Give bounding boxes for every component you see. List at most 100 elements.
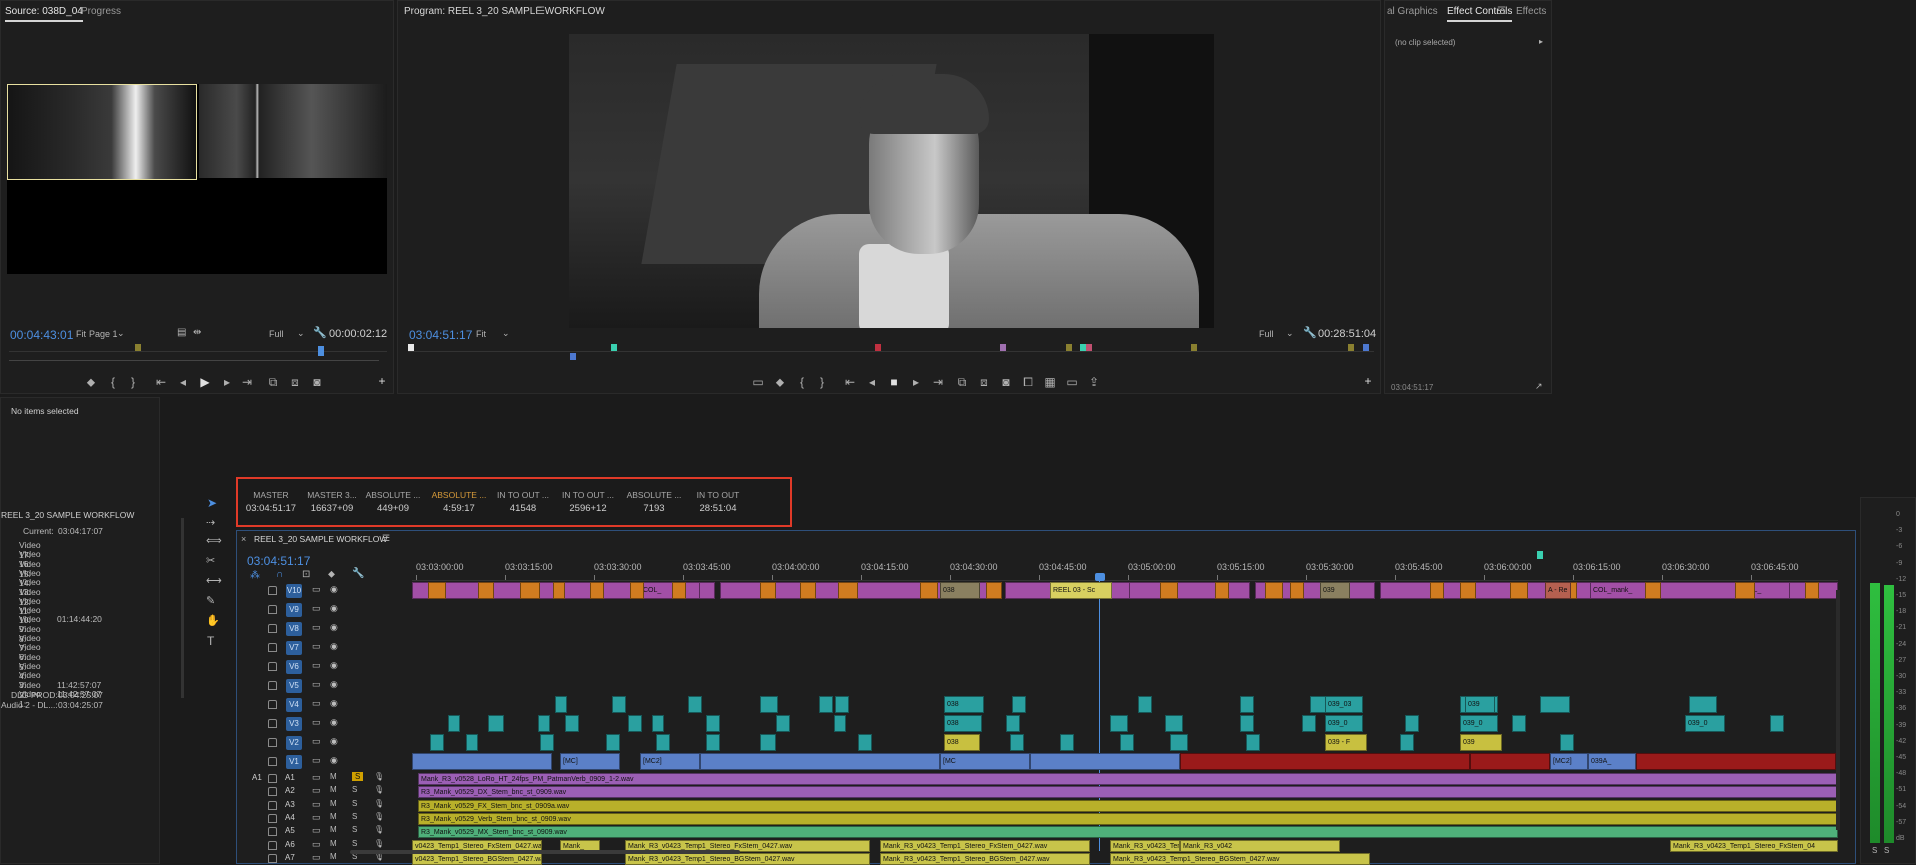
lock-icon[interactable]	[268, 827, 277, 837]
track-target[interactable]: V8	[286, 622, 302, 636]
timecode-readout[interactable]: IN TO OUT ... 2596+12	[557, 490, 619, 514]
sync-lock-icon[interactable]: ▭	[312, 622, 321, 633]
settings-icon[interactable]: ▤	[177, 327, 186, 338]
tab-effects[interactable]: Effects	[1516, 6, 1546, 17]
marker[interactable]	[1537, 551, 1543, 559]
audio-clip[interactable]: Mank_R3_v0423_Temp1_Stereo_FxStem_04	[1670, 839, 1838, 852]
solo-button[interactable]: S	[352, 785, 357, 794]
mute-button[interactable]: M	[330, 825, 337, 834]
video-clip[interactable]: 039	[1320, 581, 1350, 599]
audio-track-header[interactable]: A2 ▭ M S 🎙	[268, 785, 408, 798]
marker[interactable]	[875, 344, 881, 351]
timecode-readout[interactable]: MASTER 03:04:51:17	[240, 490, 302, 514]
video-clip[interactable]	[520, 581, 540, 599]
marker[interactable]	[1348, 344, 1354, 351]
eye-icon[interactable]: ◉	[330, 641, 338, 652]
mute-button[interactable]: M	[330, 839, 337, 848]
video-clip[interactable]: REEL 03 - Sc	[1050, 581, 1112, 599]
lift-icon[interactable]: ⧉	[954, 376, 970, 388]
timeline-close-icon[interactable]: ×	[241, 534, 246, 544]
video-clip[interactable]	[606, 734, 620, 751]
audio-clip[interactable]: R3_Mank_v0529_FX_Stem_bnc_st_0909a.wav	[418, 799, 1838, 812]
lock-icon[interactable]	[268, 800, 277, 810]
sync-lock-icon[interactable]: ▭	[312, 584, 321, 595]
marker[interactable]	[1363, 344, 1369, 351]
source-patch[interactable]: A1	[252, 773, 262, 782]
mark-out-icon[interactable]: }	[814, 376, 830, 388]
page-dropdown[interactable]: Page 1	[89, 329, 118, 339]
video-clip[interactable]: 039	[1460, 734, 1502, 751]
panel-menu-icon[interactable]: ☰	[536, 6, 545, 17]
lock-icon[interactable]	[268, 605, 277, 614]
lock-icon[interactable]	[268, 681, 277, 690]
tab-progress[interactable]: Progress	[81, 6, 121, 17]
video-clip[interactable]	[1170, 734, 1188, 751]
mark-out-icon[interactable]: }	[125, 376, 141, 388]
microphone-icon[interactable]: 🎙	[374, 812, 384, 821]
video-clip[interactable]	[706, 734, 720, 751]
microphone-icon[interactable]: 🎙	[374, 825, 384, 834]
video-clip[interactable]	[838, 581, 858, 599]
video-clip[interactable]	[1160, 581, 1178, 599]
video-clip[interactable]: 039A_	[1588, 753, 1636, 770]
video-clip[interactable]: 039_0	[1685, 715, 1725, 732]
video-clip[interactable]	[760, 581, 776, 599]
toggle-proxy-icon[interactable]: ▭	[1064, 376, 1080, 388]
eye-icon[interactable]: ◉	[330, 679, 338, 690]
track-target[interactable]: V4	[286, 698, 302, 712]
video-track-header[interactable]: V1 ▭ ◉	[268, 753, 408, 772]
program-video-frame[interactable]	[569, 34, 1214, 328]
step-forward-icon[interactable]: ▸	[908, 376, 924, 388]
add-marker-icon[interactable]: ⬥	[772, 376, 788, 388]
program-playhead-timecode[interactable]: 03:04:51:17	[409, 328, 472, 342]
video-clip[interactable]	[1246, 734, 1260, 751]
pen-tool-icon[interactable]: ✎	[206, 594, 215, 607]
video-clip[interactable]: [MC2]	[1550, 753, 1588, 770]
video-clip[interactable]	[538, 715, 550, 732]
panel-menu-icon[interactable]: ☰	[1497, 6, 1506, 17]
video-clip[interactable]	[1510, 581, 1528, 599]
eye-icon[interactable]: ◉	[330, 736, 338, 747]
video-clip[interactable]	[1636, 753, 1836, 770]
nest-icon[interactable]: ⊡	[302, 569, 310, 580]
video-clip[interactable]	[628, 715, 642, 732]
tab-graphics[interactable]: al Graphics	[1387, 6, 1438, 17]
video-clip[interactable]	[553, 581, 565, 599]
fit-dropdown[interactable]: Fit	[76, 329, 86, 339]
video-clip[interactable]: 038	[944, 734, 980, 751]
audio-clip[interactable]: R3_Mank_v0529_Verb_Stem_bnc_st_0909.wav	[418, 812, 1838, 825]
overwrite-icon[interactable]: ⧈	[287, 376, 303, 388]
video-clip[interactable]	[760, 696, 778, 713]
video-track-header[interactable]: V7 ▭ ◉	[268, 639, 408, 658]
eye-icon[interactable]: ◉	[330, 660, 338, 671]
video-clip[interactable]	[920, 581, 938, 599]
mute-button[interactable]: M	[330, 785, 337, 794]
video-clip[interactable]: A - Re	[1545, 581, 1571, 599]
video-clip[interactable]	[590, 581, 604, 599]
sync-lock-icon[interactable]: ▭	[312, 825, 321, 836]
lock-icon[interactable]	[268, 787, 277, 797]
track-target[interactable]: V6	[286, 660, 302, 674]
video-clip[interactable]: 038	[940, 581, 980, 599]
type-tool-icon[interactable]: T	[207, 634, 214, 648]
timeline-playhead-timecode[interactable]: 03:04:51:17	[247, 554, 310, 568]
go-to-in-icon[interactable]: ⇤	[842, 376, 858, 388]
video-clip[interactable]	[656, 734, 670, 751]
track-target[interactable]: V5	[286, 679, 302, 693]
video-clip[interactable]	[630, 581, 644, 599]
marker[interactable]	[1086, 344, 1092, 351]
video-clip[interactable]	[1265, 581, 1283, 599]
video-clip[interactable]	[612, 696, 626, 713]
track-target[interactable]: V10	[286, 584, 302, 598]
audio-track-header[interactable]: A1 A1 ▭ M S 🎙	[252, 772, 408, 785]
video-clip[interactable]	[1060, 734, 1074, 751]
solo-button[interactable]: S	[352, 812, 357, 821]
video-clip[interactable]	[706, 715, 720, 732]
lock-icon[interactable]	[268, 853, 277, 863]
lock-icon[interactable]	[268, 662, 277, 671]
video-clip[interactable]	[1012, 696, 1026, 713]
camera-icon[interactable]: ◙	[998, 376, 1014, 388]
quality-dropdown[interactable]: Full	[269, 329, 284, 339]
add-button-icon[interactable]: +	[374, 375, 390, 387]
scrollbar[interactable]	[181, 518, 184, 698]
